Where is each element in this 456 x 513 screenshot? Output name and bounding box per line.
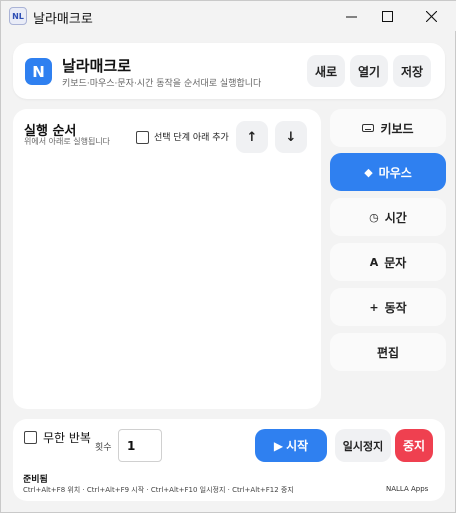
time-label: 시간 xyxy=(384,210,407,225)
app-logo: N xyxy=(25,58,52,85)
action-button[interactable]: + 동작 xyxy=(330,288,446,326)
keyboard-button[interactable]: 키보드 xyxy=(330,109,446,147)
keyboard-label: 키보드 xyxy=(380,121,414,136)
text-button[interactable]: A 문자 xyxy=(330,243,446,281)
app-icon: NL xyxy=(9,7,27,25)
control-panel: 무한 반복 횟수 ▶ 시작 일시정지 중지 준비됨 Ctrl+Alt+F8 위치… xyxy=(13,419,445,501)
move-up-button[interactable]: ↑ xyxy=(236,121,268,153)
count-input[interactable] xyxy=(118,429,162,462)
header-card: N 날라매크로 키보드·마우스·문자·시간 동작을 순서대로 실행합니다 새로 … xyxy=(13,43,445,99)
open-button[interactable]: 열기 xyxy=(350,55,388,87)
mouse-button[interactable]: ◆ 마우스 xyxy=(330,153,446,191)
minimize-icon xyxy=(345,16,357,17)
mouse-icon: ◆ xyxy=(364,165,373,179)
play-icon: ▶ xyxy=(273,438,284,453)
sequence-subtitle: 위에서 아래로 실행됩니다 xyxy=(24,137,111,146)
maximize-icon xyxy=(381,10,393,22)
new-button[interactable]: 새로 xyxy=(307,55,345,87)
edit-button[interactable]: 편집 xyxy=(330,333,446,371)
close-button[interactable] xyxy=(411,1,451,31)
text-label: 문자 xyxy=(384,255,407,270)
app-subtitle: 키보드·마우스·문자·시간 동작을 순서대로 실행합니다 xyxy=(62,79,262,89)
arrow-up-icon: ↑ xyxy=(246,129,258,145)
text-icon: A xyxy=(369,255,379,269)
maximize-button[interactable] xyxy=(367,1,407,31)
hotkey-hint: Ctrl+Alt+F8 위치 · Ctrl+Alt+F9 시작 · Ctrl+A… xyxy=(23,486,294,494)
status-text: 준비됨 xyxy=(23,475,48,485)
app-window: NL 날라매크로 N 날라매크로 키보드·마우스·문자·시간 동작을 순서대로 … xyxy=(0,0,456,513)
action-label: 동작 xyxy=(384,300,407,315)
stop-button[interactable]: 중지 xyxy=(395,429,433,462)
keyboard-icon xyxy=(362,124,375,132)
plus-icon: + xyxy=(369,300,379,314)
pause-button[interactable]: 일시정지 xyxy=(335,429,391,462)
app-name: 날라매크로 xyxy=(62,57,132,75)
add-below-checkbox[interactable] xyxy=(136,131,149,144)
start-button[interactable]: ▶ 시작 xyxy=(255,429,327,462)
minimize-button[interactable] xyxy=(331,1,371,31)
window-title: 날라매크로 xyxy=(33,12,93,27)
brand-label: NALLA Apps xyxy=(386,485,429,493)
infinite-loop-checkbox[interactable] xyxy=(24,431,37,444)
title-bar[interactable]: NL 날라매크로 xyxy=(1,1,456,31)
sequence-panel[interactable]: 실행 순서 위에서 아래로 실행됩니다 선택 단계 아래 추가 ↑ ↓ xyxy=(13,109,321,409)
close-icon xyxy=(425,10,437,22)
count-label: 횟수 xyxy=(95,443,112,453)
move-down-button[interactable]: ↓ xyxy=(275,121,307,153)
save-button[interactable]: 저장 xyxy=(393,55,431,87)
clock-icon: ◷ xyxy=(369,210,379,224)
time-button[interactable]: ◷ 시간 xyxy=(330,198,446,236)
add-below-label: 선택 단계 아래 추가 xyxy=(154,133,229,143)
mouse-label: 마우스 xyxy=(378,165,412,180)
edit-label: 편집 xyxy=(376,345,400,360)
arrow-down-icon: ↓ xyxy=(285,129,297,145)
infinite-loop-label: 무한 반복 xyxy=(43,431,91,445)
start-label: 시작 xyxy=(286,439,309,453)
